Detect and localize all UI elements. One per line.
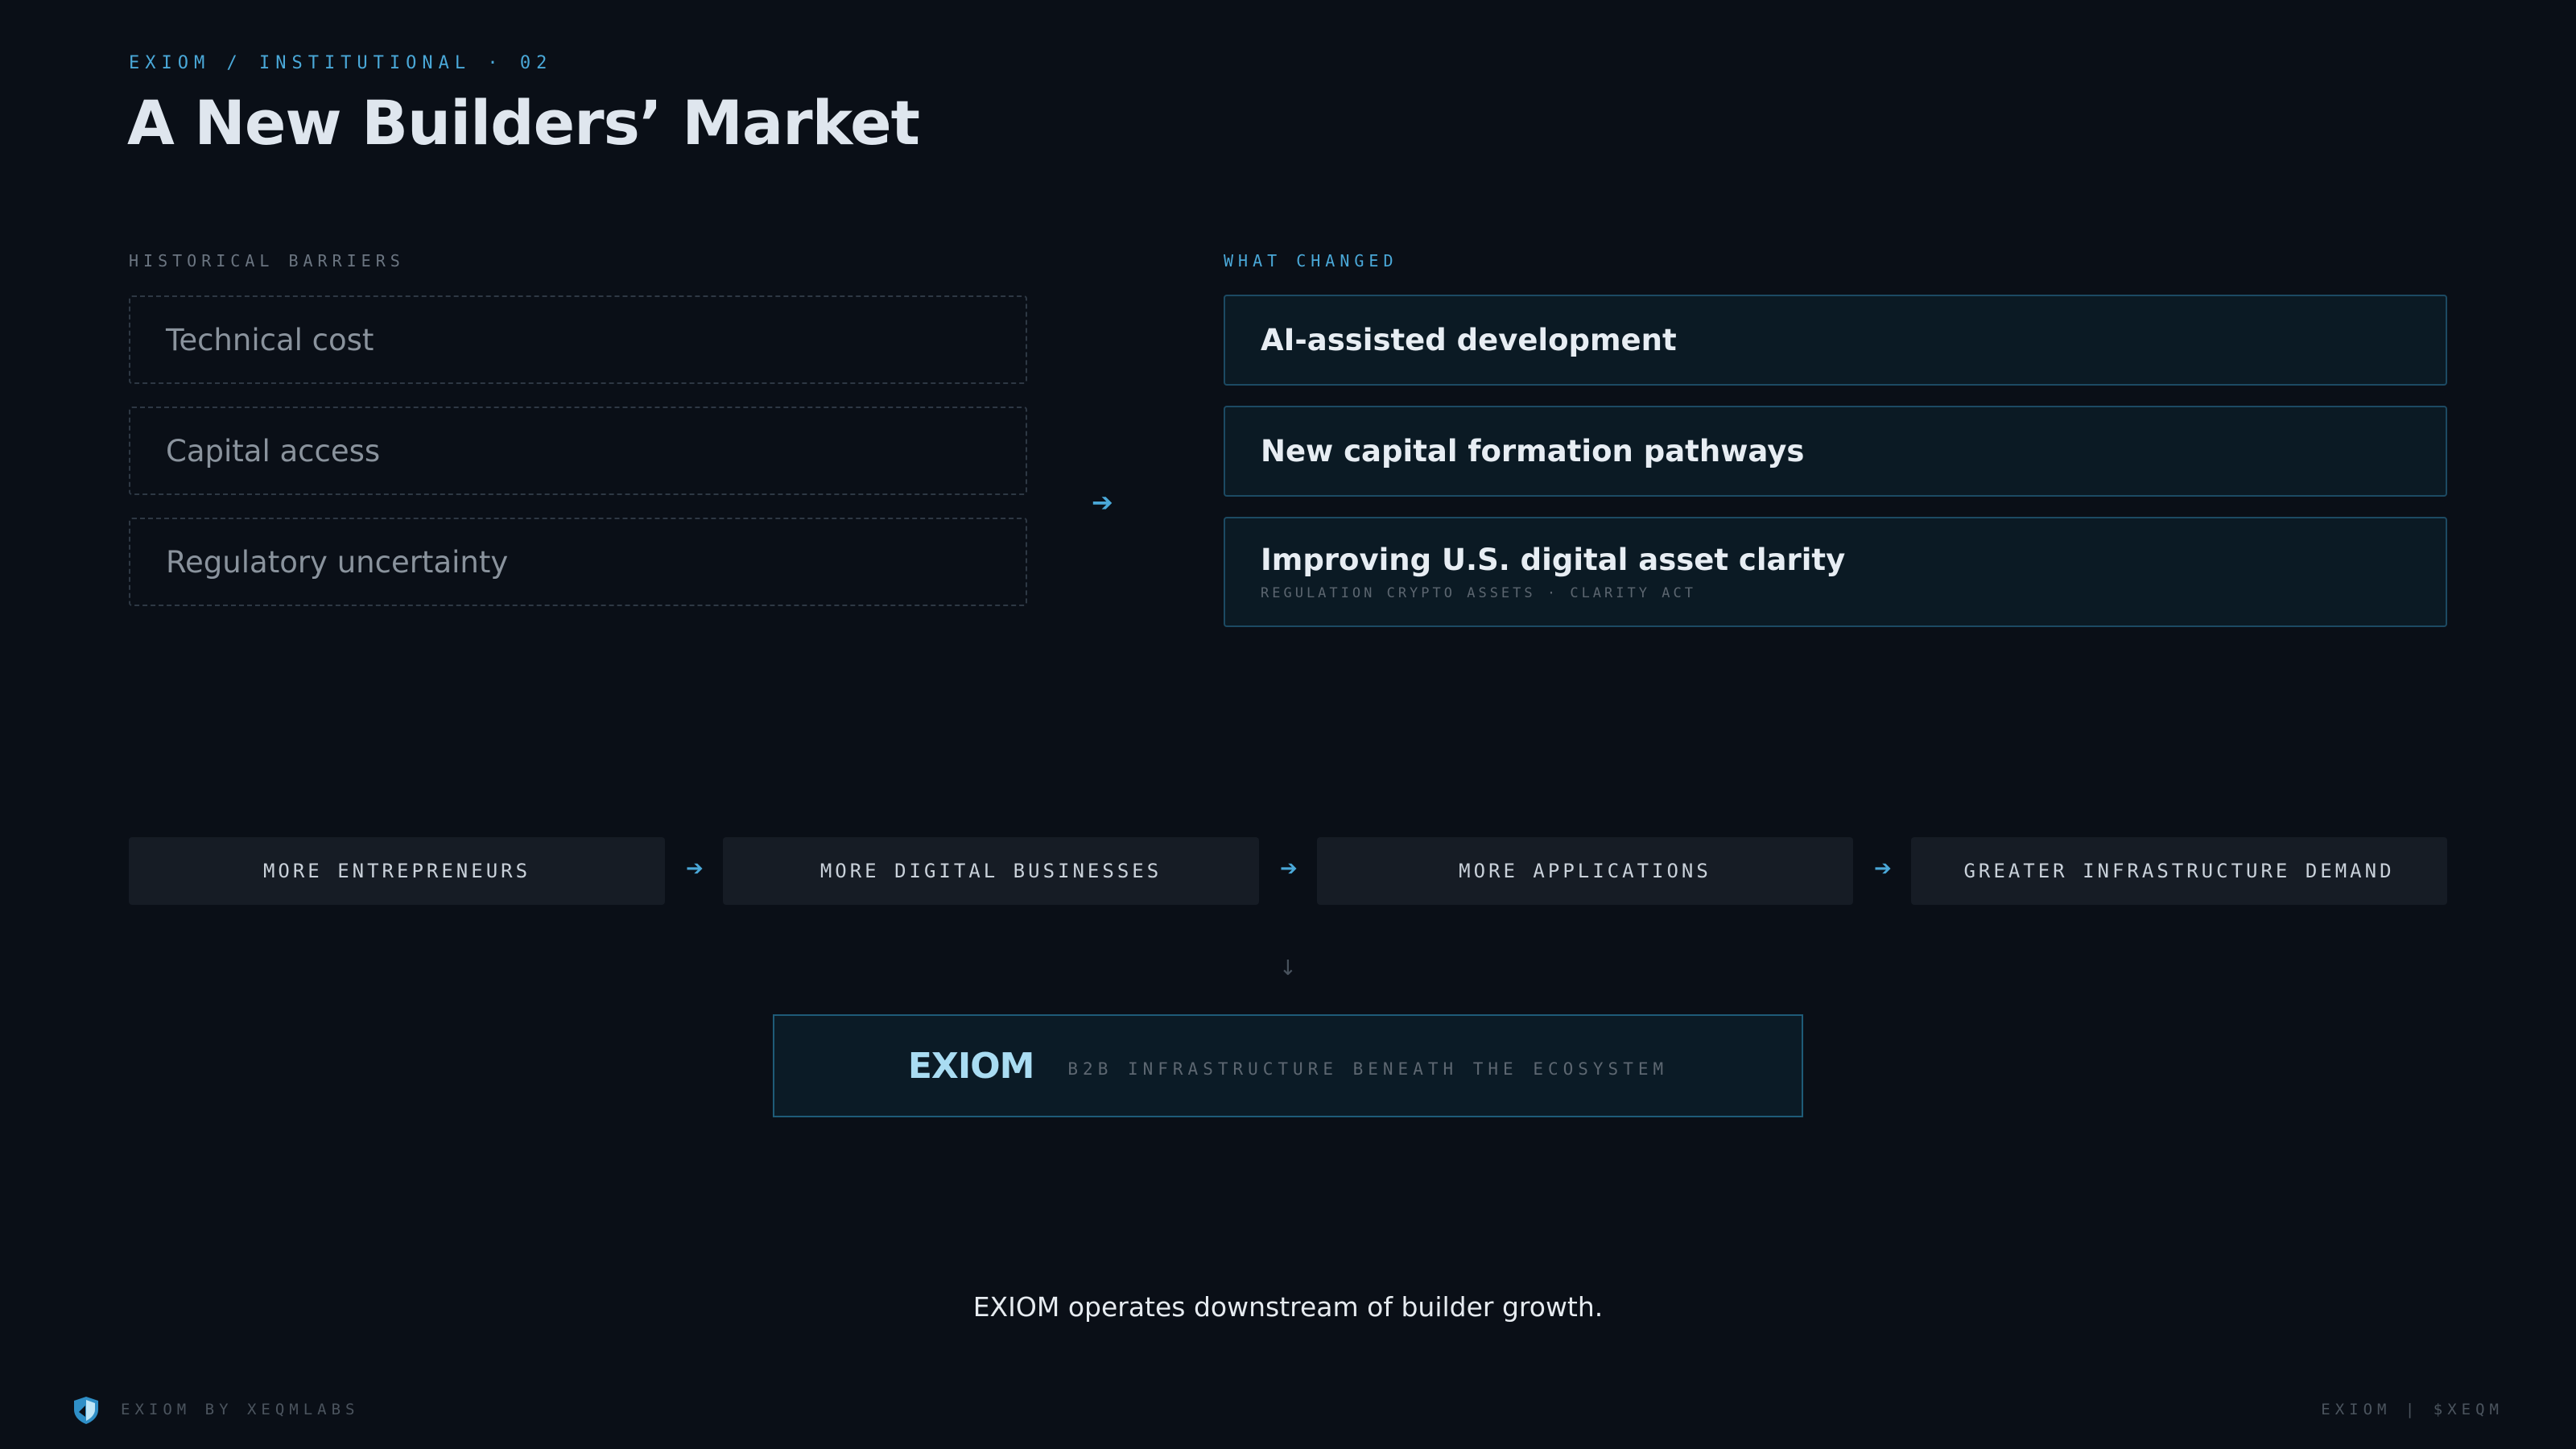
exiom-name: EXIOM bbox=[907, 1045, 1035, 1087]
page-title: A New Builders’ Market bbox=[127, 87, 920, 159]
footer-ticker: EXIOM | $XEQM bbox=[2321, 1401, 2504, 1418]
arrow-right-icon: ➔ bbox=[686, 857, 704, 881]
barrier-technical-cost: Technical cost bbox=[129, 295, 1027, 384]
barrier-regulatory-uncertainty: Regulatory uncertainty bbox=[129, 518, 1027, 606]
historical-barriers-label: HISTORICAL BARRIERS bbox=[129, 251, 405, 270]
change-title: New capital formation pathways bbox=[1261, 434, 1805, 469]
arrow-right-icon: ➔ bbox=[1874, 857, 1892, 881]
flow-step-applications: MORE APPLICATIONS bbox=[1317, 837, 1853, 905]
eyebrow: EXIOM / INSTITUTIONAL · 02 bbox=[129, 53, 553, 73]
barrier-capital-access: Capital access bbox=[129, 407, 1027, 495]
arrow-right-icon: ➔ bbox=[1280, 857, 1298, 881]
shield-icon bbox=[74, 1397, 98, 1424]
change-card-ai-development: AI-assisted development bbox=[1224, 295, 2447, 386]
change-card-capital-formation: New capital formation pathways bbox=[1224, 406, 2447, 497]
flow-step-digital-businesses: MORE DIGITAL BUSINESSES bbox=[723, 837, 1259, 905]
what-changed-label: WHAT CHANGED bbox=[1224, 251, 1398, 270]
caption: EXIOM operates downstream of builder gro… bbox=[972, 1291, 1604, 1323]
change-card-digital-asset-clarity: Improving U.S. digital asset clarity REG… bbox=[1224, 517, 2447, 627]
change-subtitle: REGULATION CRYPTO ASSETS · CLARITY ACT bbox=[1261, 585, 1696, 601]
footer-brand: EXIOM BY XEQMLABS bbox=[121, 1401, 360, 1418]
exiom-tagline: B2B INFRASTRUCTURE BENEATH THE ECOSYSTEM bbox=[1067, 1059, 1669, 1079]
flow-step-infrastructure-demand: GREATER INFRASTRUCTURE DEMAND bbox=[1911, 837, 2447, 905]
arrow-down-icon: ↓ bbox=[1279, 956, 1297, 980]
arrow-right-icon: ➔ bbox=[1092, 487, 1113, 518]
flow-step-entrepreneurs: MORE ENTREPRENEURS bbox=[129, 837, 665, 905]
exiom-callout: EXIOM B2B INFRASTRUCTURE BENEATH THE ECO… bbox=[773, 1014, 1803, 1117]
change-title: Improving U.S. digital asset clarity bbox=[1261, 543, 1846, 577]
change-title: AI-assisted development bbox=[1261, 323, 1677, 357]
